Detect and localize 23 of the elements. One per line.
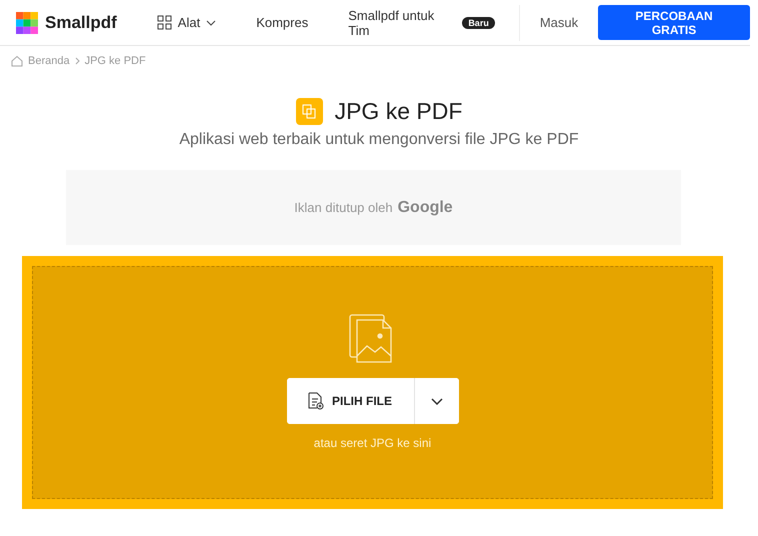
- team-link[interactable]: Smallpdf untuk Tim Baru: [348, 8, 519, 38]
- page-title: JPG ke PDF: [334, 98, 462, 125]
- login-link[interactable]: Masuk: [520, 15, 598, 30]
- team-label: Smallpdf untuk Tim: [348, 8, 436, 38]
- file-add-icon: [308, 392, 324, 410]
- drop-hint: atau seret JPG ke sini: [314, 436, 432, 450]
- ad-brand: Google: [398, 198, 453, 216]
- grid-icon: [156, 15, 172, 30]
- home-icon: [11, 55, 23, 67]
- new-badge: Baru: [462, 16, 495, 28]
- drop-zone[interactable]: PILIH FILE atau seret JPG ke sini: [22, 256, 723, 509]
- tools-menu[interactable]: Alat: [156, 15, 216, 30]
- logo-icon: [16, 12, 38, 34]
- page-subtitle: Aplikasi web terbaik untuk mengonversi file JPG ke PDF: [178, 131, 580, 149]
- ad-text: Iklan ditutup oleh: [294, 200, 393, 215]
- nav-link[interactable]: Kompres: [256, 15, 308, 30]
- chevron-down-icon: [430, 398, 442, 404]
- free-trial-button[interactable]: PERCOBAAN GRATIS: [598, 5, 750, 40]
- tool-icon: [296, 98, 323, 125]
- chevron-right-icon: [74, 57, 80, 65]
- chevron-down-icon: [206, 20, 216, 26]
- options-dropdown-button[interactable]: [414, 378, 458, 424]
- logo-text[interactable]: Smallpdf: [45, 12, 117, 32]
